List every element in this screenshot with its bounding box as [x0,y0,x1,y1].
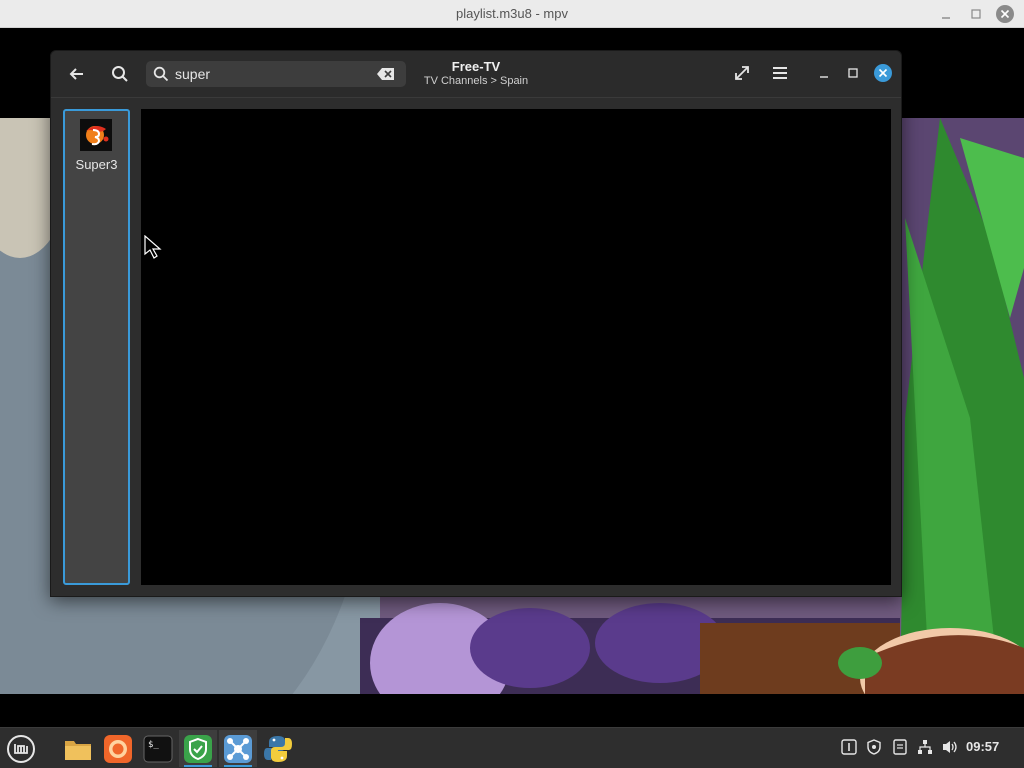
mint-menu-icon [7,734,35,763]
close-icon [874,64,892,82]
search-toggle-button[interactable] [105,59,135,89]
taskbar-clock[interactable]: 09:57 [966,739,1010,754]
mpv-titlebar: playlist.m3u8 - mpv [0,0,1024,28]
svg-text:$_: $_ [148,740,159,750]
back-button[interactable] [62,59,92,89]
window-title: playlist.m3u8 - mpv [456,6,568,21]
shield-tray-button[interactable] [864,737,884,757]
vpn-taskbar-button[interactable] [179,730,217,767]
dialog-minimize-button[interactable] [809,58,839,88]
maximize-icon [848,68,858,78]
close-icon [996,5,1014,23]
mouse-cursor-icon [144,235,162,259]
files-icon [65,740,91,760]
files-taskbar-button[interactable] [59,730,97,767]
terminal-icon: $_ [143,735,173,762]
channel-preview-area[interactable] [141,109,891,585]
minimize-icon [820,76,828,78]
dialog-close-button[interactable] [868,58,898,88]
back-arrow-icon [69,68,83,80]
window-minimize-button[interactable] [936,4,956,24]
network-tray-button[interactable] [915,737,935,757]
search-input[interactable] [175,64,375,84]
search-icon [112,66,128,82]
super3-logo-icon [80,119,112,151]
header-divider [51,97,901,98]
fullscreen-button[interactable] [727,58,757,88]
maximize-icon [971,9,981,19]
keyboard-layout-icon [841,739,857,755]
channel-list[interactable]: Super3 [63,109,130,585]
network-app-icon [224,734,252,763]
free-tv-dialog: Free-TV TV Channels > Spain [50,50,902,597]
keyboard-layout-button[interactable] [839,737,859,757]
python-taskbar-button[interactable] [259,730,297,767]
window-close-button[interactable] [995,4,1015,24]
shield-vpn-icon [184,734,212,763]
python-icon [264,735,292,762]
channel-item-super3[interactable]: Super3 [65,117,128,173]
terminal-taskbar-button[interactable]: $_ [139,730,177,767]
shield-tray-icon [867,739,881,755]
volume-icon [943,741,957,753]
notes-tray-icon [893,739,907,755]
active-indicator [224,765,252,767]
network-app-taskbar-button[interactable] [219,730,257,767]
main-menu-button[interactable] [765,58,795,88]
active-indicator [184,765,212,767]
fullscreen-icon [735,66,749,80]
start-menu-button[interactable] [2,730,40,767]
dialog-title: Free-TV [451,59,501,74]
dialog-maximize-button[interactable] [838,58,868,88]
hamburger-menu-icon [773,67,787,79]
search-icon [153,66,169,82]
window-maximize-button[interactable] [966,4,986,24]
network-tray-icon [918,740,932,754]
firefox-taskbar-button[interactable] [99,730,137,767]
channel-label: Super3 [75,157,118,172]
notes-tray-button[interactable] [890,737,910,757]
dialog-breadcrumb: TV Channels > Spain [423,75,529,87]
volume-button[interactable] [940,737,960,757]
firefox-icon [104,734,132,763]
dialog-header: Free-TV TV Channels > Spain [51,51,901,97]
minimize-icon [942,17,950,19]
search-box[interactable] [146,61,406,87]
